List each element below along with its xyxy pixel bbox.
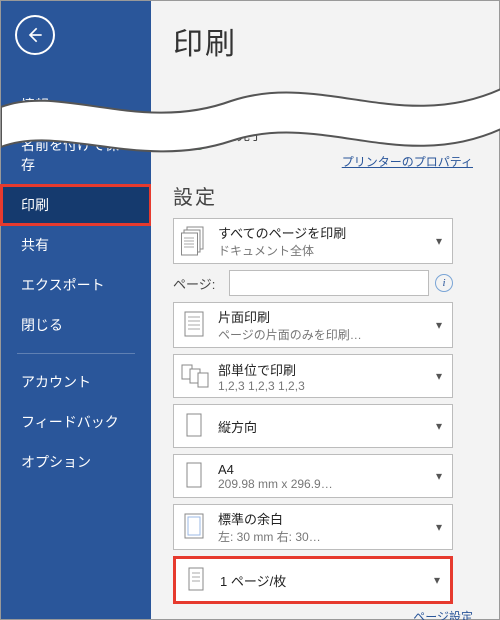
option-title: A4: [218, 462, 432, 477]
option-title: 縦方向: [218, 417, 432, 436]
sidebar-item-options[interactable]: オプション: [1, 442, 151, 482]
printer-icon: ✓: [173, 121, 203, 147]
pages-field-row: ページ: i: [173, 270, 453, 296]
option-pages-per-sheet[interactable]: 1 ページ/枚 ▾: [173, 556, 453, 604]
sidebar-item-feedback[interactable]: フィードバック: [1, 402, 151, 442]
sidebar: 情報 新規 開く 名前を付けて保存 印刷 共有 エクスポート 閉じる アカウント…: [1, 1, 151, 619]
option-sub: ページの片面のみを印刷…: [218, 326, 432, 343]
info-icon[interactable]: i: [435, 274, 453, 292]
pages-stack-icon: [180, 224, 210, 258]
chevron-down-icon: ▾: [432, 318, 446, 332]
option-title: 標準の余白: [218, 509, 432, 528]
option-sub: ドキュメント全体: [218, 242, 432, 259]
pages-per-sheet-icon: [182, 563, 212, 597]
page-setup-link[interactable]: ページ設定: [413, 610, 473, 620]
paper-size-icon: [180, 459, 210, 493]
sidebar-item-share[interactable]: 共有: [1, 225, 151, 265]
option-title: すべてのページを印刷: [218, 223, 432, 242]
option-sub: 209.98 mm x 296.9…: [218, 477, 432, 491]
chevron-down-icon: ▾: [432, 369, 446, 383]
portrait-icon: [180, 409, 210, 443]
option-title: 片面印刷: [218, 307, 432, 326]
printer-status-row: ✓ 準備完了: [173, 121, 489, 147]
option-margins[interactable]: 標準の余白 左: 30 mm 右: 30… ▾: [173, 504, 453, 550]
chevron-down-icon: ▾: [432, 520, 446, 534]
printer-status-text: 準備完了: [211, 125, 263, 144]
print-backstage: 情報 新規 開く 名前を付けて保存 印刷 共有 エクスポート 閉じる アカウント…: [0, 0, 500, 620]
sidebar-item-print[interactable]: 印刷: [1, 185, 151, 225]
option-print-range[interactable]: すべてのページを印刷 ドキュメント全体 ▾: [173, 218, 453, 264]
option-sides[interactable]: 片面印刷 ページの片面のみを印刷… ▾: [173, 302, 453, 348]
chevron-down-icon: ▾: [432, 234, 446, 248]
margins-icon: [180, 510, 210, 544]
settings-options: すべてのページを印刷 ドキュメント全体 ▾ ページ: i 片面印刷 ページの片面…: [173, 218, 489, 604]
option-sub: 1,2,3 1,2,3 1,2,3: [218, 379, 432, 393]
main-panel: 印刷 ✓ 準備完了 プリンターのプロパティ 設定 すべてのページを印刷 ドキュメ…: [151, 1, 499, 619]
back-button[interactable]: [15, 15, 55, 55]
option-orientation[interactable]: 縦方向 ▾: [173, 404, 453, 448]
option-paper-size[interactable]: A4 209.98 mm x 296.9… ▾: [173, 454, 453, 498]
chevron-down-icon: ▾: [430, 573, 444, 587]
settings-heading: 設定: [173, 181, 489, 210]
sidebar-item-close[interactable]: 閉じる: [1, 305, 151, 345]
option-title: 部単位で印刷: [218, 360, 432, 379]
pages-input[interactable]: [229, 270, 429, 296]
printer-properties-link[interactable]: プリンターのプロパティ: [342, 155, 473, 169]
arrow-left-icon: [25, 25, 45, 45]
page-title: 印刷: [173, 19, 489, 63]
sidebar-item-export[interactable]: エクスポート: [1, 265, 151, 305]
chevron-down-icon: ▾: [432, 419, 446, 433]
sidebar-separator: [17, 353, 135, 354]
collate-icon: [180, 359, 210, 393]
sidebar-item-account[interactable]: アカウント: [1, 362, 151, 402]
option-title: 1 ページ/枚: [220, 571, 430, 590]
chevron-down-icon: ▾: [432, 469, 446, 483]
option-collate[interactable]: 部単位で印刷 1,2,3 1,2,3 1,2,3 ▾: [173, 354, 453, 398]
sidebar-item-info[interactable]: 情報: [1, 85, 151, 125]
sidebar-menu: 情報 新規 開く 名前を付けて保存 印刷 共有 エクスポート 閉じる アカウント…: [1, 85, 151, 482]
option-sub: 左: 30 mm 右: 30…: [218, 528, 432, 545]
single-side-icon: [180, 308, 210, 342]
pages-label: ページ:: [173, 274, 223, 293]
